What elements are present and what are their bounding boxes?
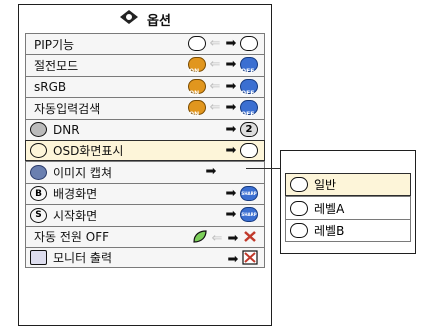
menu-item-label: 시작화면: [53, 208, 98, 223]
oval-white-icon: [188, 36, 206, 51]
arrow-right-icon: ➡: [225, 207, 237, 223]
sharp-icon: SHARP: [240, 185, 258, 201]
oval-white-icon: [240, 142, 258, 158]
image-capture-icon: [30, 165, 47, 181]
dnr-level-icon: 2: [240, 121, 258, 137]
submenu-item-level-a[interactable]: 레벨A: [285, 196, 411, 219]
menu-item-auto-power-off[interactable]: 자동 전원 OFF ⇐ ➡: [25, 225, 265, 248]
oval-white-icon: [240, 36, 258, 51]
menu-item-image-capture[interactable]: 이미지 캡쳐 ➡: [25, 161, 265, 183]
submenu-item-label: 레벨A: [314, 201, 345, 216]
off-icon: OFF: [240, 78, 258, 97]
menu-item-label: 모니터 출력: [53, 251, 113, 266]
menu-item-auto-input-search[interactable]: 자동입력검색 ON ⇐ ➡ OFF: [25, 97, 265, 119]
boxed-x-icon: [242, 250, 258, 269]
x-mark-icon: [242, 229, 258, 248]
on-icon: ON: [188, 57, 206, 75]
auto-input-control: ON ⇐ ➡ OFF: [188, 100, 258, 118]
oval-white-icon: [290, 177, 308, 192]
image-capture-control: ➡: [204, 164, 218, 179]
oval-white-icon: [290, 200, 308, 216]
arrow-left-faint-icon: ⇐: [209, 100, 221, 116]
menu-item-srgb[interactable]: sRGB ON ⇐ ➡ OFF: [25, 75, 265, 98]
menu-item-label: 배경화면: [53, 187, 98, 202]
off-icon: OFF: [240, 57, 258, 75]
menu-item-dnr[interactable]: DNR ➡ 2: [25, 118, 265, 140]
submenu-item-label: 일반: [314, 178, 337, 192]
menu-item-label: 이미지 캡쳐: [53, 166, 113, 181]
arrow-left-faint-icon: ⇐: [211, 230, 223, 246]
menu-list: PIP기능 ⇐ ➡ 절전모드 ON ⇐ ➡ OFF sRGB ON ⇐ ➡ OF…: [25, 33, 265, 269]
menu-item-osd-display[interactable]: OSD화면표시 ➡: [25, 139, 265, 162]
menu-item-monitor-output[interactable]: 모니터 출력 ➡: [25, 246, 265, 269]
power-save-control: ON ⇐ ➡ OFF: [188, 57, 258, 75]
arrow-right-icon: ➡: [225, 57, 237, 73]
menu-item-label: 자동 전원 OFF: [34, 230, 110, 245]
arrow-right-icon: ➡: [225, 78, 237, 94]
menu-item-label: OSD화면표시: [53, 144, 124, 159]
menu-title-label: 옵션: [147, 13, 171, 29]
on-icon: ON: [188, 78, 206, 97]
osd-icon: [30, 143, 47, 159]
menu-item-label: 절전모드: [34, 59, 79, 74]
osd-submenu: 일반 레벨A 레벨B: [280, 150, 416, 254]
submenu-item-normal[interactable]: 일반: [285, 173, 411, 196]
menu-item-power-save[interactable]: 절전모드 ON ⇐ ➡ OFF: [25, 54, 265, 76]
arrow-right-icon: ➡: [205, 164, 217, 180]
dnr-icon: [30, 122, 47, 138]
menu-item-label: sRGB: [34, 79, 67, 94]
menu-item-label: PIP기능: [34, 37, 75, 52]
menu-title: 옵션: [19, 5, 271, 33]
srgb-control: ON ⇐ ➡ OFF: [188, 78, 258, 97]
submenu-connector: [246, 168, 280, 169]
auto-power-control: ⇐ ➡: [192, 229, 258, 248]
monitor-output-control: ➡: [226, 250, 258, 269]
submenu-item-level-b[interactable]: 레벨B: [285, 219, 411, 242]
options-menu-panel: 옵션 PIP기능 ⇐ ➡ 절전모드 ON ⇐ ➡ OFF sRGB ON ⇐ ➡…: [18, 4, 272, 326]
arrow-left-faint-icon: ⇐: [209, 36, 221, 51]
sharp-icon: SHARP: [240, 207, 258, 223]
startup-control: ➡ SHARP: [224, 207, 258, 223]
arrow-right-icon: ➡: [225, 100, 237, 116]
oval-white-icon: [290, 223, 308, 238]
on-icon: ON: [188, 100, 206, 118]
background-b-icon: B: [30, 186, 47, 202]
menu-item-pip[interactable]: PIP기능 ⇐ ➡: [25, 33, 265, 55]
off-icon: OFF: [240, 100, 258, 118]
arrow-right-icon: ➡: [225, 121, 237, 137]
leaf-icon: [192, 229, 208, 248]
startup-s-icon: S: [30, 207, 47, 223]
dnr-control: ➡ 2: [224, 121, 258, 137]
arrow-right-icon: ➡: [225, 36, 237, 51]
submenu-item-label: 레벨B: [314, 224, 345, 238]
menu-item-background[interactable]: B 배경화면 ➡ SHARP: [25, 182, 265, 205]
pip-control: ⇐ ➡: [188, 36, 258, 51]
osd-control: ➡: [224, 142, 258, 158]
menu-item-label: DNR: [53, 122, 80, 137]
menu-item-startup[interactable]: S 시작화면 ➡ SHARP: [25, 204, 265, 226]
background-control: ➡ SHARP: [224, 185, 258, 201]
arrow-right-icon: ➡: [227, 251, 239, 267]
arrow-left-faint-icon: ⇐: [209, 57, 221, 73]
arrow-left-faint-icon: ⇐: [209, 78, 221, 94]
options-icon: [119, 9, 139, 29]
menu-item-label: 자동입력검색: [34, 101, 101, 116]
arrow-right-icon: ➡: [227, 230, 239, 246]
monitor-output-icon: [30, 250, 47, 266]
arrow-right-icon: ➡: [225, 142, 237, 158]
osd-submenu-list: 일반 레벨A 레벨B: [285, 173, 411, 242]
arrow-right-icon: ➡: [225, 185, 237, 201]
